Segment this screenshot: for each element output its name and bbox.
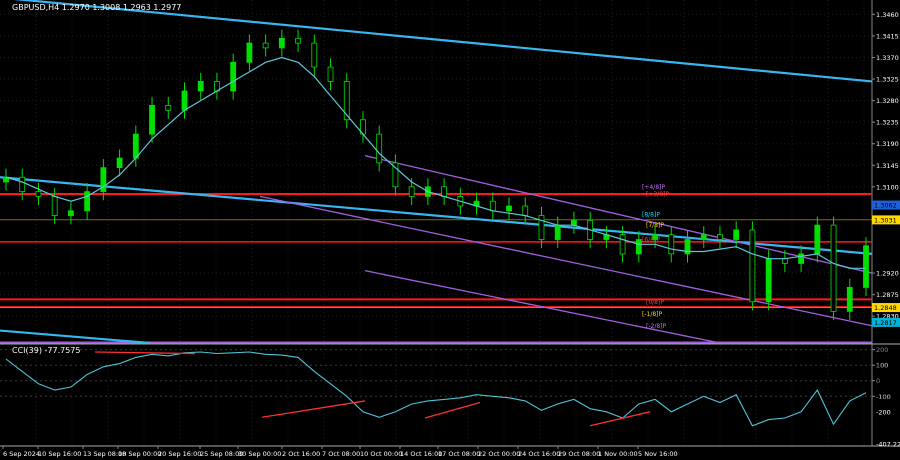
- symbol-header: GBPUSD,H4 1.2970 1.3008 1.2963 1.2977: [12, 3, 181, 12]
- candle-body: [846, 287, 853, 312]
- time-tick-label: 25 Sep 08:00: [200, 450, 243, 458]
- time-tick-label: 6 Sep 2024: [3, 450, 40, 458]
- cci-level-tag: 100: [876, 362, 888, 370]
- time-tick-label: 22 Oct 00:00: [478, 450, 520, 458]
- channel-label: [-2/8]P: [646, 323, 667, 330]
- candle-body: [262, 42, 269, 49]
- channel-label: [8/8]P: [642, 212, 660, 219]
- candle-body: [343, 81, 350, 121]
- gbpusd-h4-chart: [+4/8]P[+3/8]P [8/8]P [7/8]P [6/8]P [0/8]P [-…: [0, 0, 900, 460]
- candle-body: [246, 42, 253, 63]
- candle-body: [327, 66, 334, 82]
- cci-level-tag: 0: [876, 377, 880, 385]
- price-tag-label: 1.2817: [874, 319, 897, 327]
- candle-body: [311, 42, 318, 68]
- cci-tick-label: -200: [876, 408, 891, 416]
- price-tag-label: 1.3031: [874, 216, 897, 224]
- price-tick-label: 1.3235: [876, 119, 899, 127]
- candle-body: [68, 210, 74, 216]
- time-tick-label: 14 Oct 16:00: [400, 450, 442, 458]
- candle-body: [798, 253, 804, 264]
- time-tick-label: 30 Sep 00:00: [238, 450, 281, 458]
- price-tick-label: 1.3100: [876, 183, 899, 191]
- time-tick-label: 29 Oct 08:00: [558, 450, 600, 458]
- candle-body: [181, 90, 188, 111]
- cci-level-tag: 200: [876, 346, 888, 354]
- candle-body: [35, 191, 42, 197]
- time-tick-label: 5 Nov 16:00: [638, 450, 678, 458]
- price-tick-label: 1.3190: [876, 140, 899, 148]
- time-tick-label: 7 Oct 08:00: [322, 450, 360, 458]
- price-tick-label: 1.3280: [876, 97, 899, 105]
- candle-body: [489, 200, 496, 212]
- channel-label: [+4/8]P: [642, 184, 665, 191]
- price-tick-label: 1.3325: [876, 76, 899, 84]
- candle-body: [619, 234, 626, 255]
- candle-body: [84, 191, 91, 212]
- candle-body: [376, 133, 383, 164]
- price-tick-label: 1.2875: [876, 291, 899, 299]
- candle-body: [733, 229, 740, 240]
- price-tick-label: 1.3415: [876, 32, 899, 40]
- price-tick-label: 1.2920: [876, 270, 899, 278]
- candle-body: [749, 229, 756, 303]
- time-tick-label: 10 Sep 16:00: [38, 450, 81, 458]
- candle-body: [554, 224, 561, 240]
- candle-body: [538, 215, 545, 240]
- time-tick-label: 1 Nov 00:00: [598, 450, 638, 458]
- candle-body: [149, 104, 155, 135]
- candle-body: [132, 133, 139, 159]
- price-tick-label: 1.3145: [876, 162, 899, 170]
- cci-tick-label: -407.229: [876, 441, 900, 449]
- candle-body: [765, 258, 772, 303]
- time-tick-label: 10 Oct 00:00: [360, 450, 402, 458]
- price-tick-label: 1.3370: [876, 54, 899, 62]
- candle-body: [295, 37, 301, 44]
- time-tick-label: 24 Oct 16:00: [518, 450, 560, 458]
- candle-body: [717, 234, 723, 240]
- channel-label: [0/8]P: [646, 299, 664, 306]
- time-tick-label: 18 Sep 00:00: [118, 450, 161, 458]
- candle-body: [781, 258, 788, 264]
- channel-label: [7/8]P: [646, 222, 664, 229]
- chart-background: [0, 0, 900, 460]
- candle-body: [278, 37, 285, 49]
- candle-body: [830, 224, 837, 312]
- channel-label: [6/8]P: [642, 237, 660, 244]
- cci-header: CCI(39) -77.7575: [12, 346, 80, 355]
- candle-body: [165, 104, 172, 111]
- price-tag-label: 1.3062: [874, 202, 897, 210]
- cci-level-tag: -100: [876, 393, 891, 401]
- time-tick-label: 20 Sep 16:00: [158, 450, 201, 458]
- candle-body: [408, 186, 415, 197]
- candle-body: [441, 186, 448, 197]
- channel-label: [+3/8]P: [646, 191, 669, 198]
- candle-body: [197, 81, 204, 92]
- candle-body: [635, 239, 642, 255]
- candle-body: [668, 234, 675, 255]
- price-tag-label: 1.2848: [874, 304, 897, 312]
- candle-body: [522, 205, 529, 216]
- time-tick-label: 17 Oct 08:00: [438, 450, 480, 458]
- channel-label: [-1/8]P: [642, 311, 663, 318]
- candle-body: [814, 224, 821, 255]
- candle-body: [116, 157, 123, 169]
- candle-body: [863, 245, 869, 288]
- candle-body: [700, 234, 707, 240]
- candle-body: [230, 61, 237, 92]
- candle-body: [19, 176, 26, 193]
- time-tick-label: 2 Oct 16:00: [282, 450, 320, 458]
- candle-body: [51, 196, 58, 216]
- price-tick-label: 1.3460: [876, 11, 899, 19]
- candle-body: [506, 205, 512, 212]
- candle-body: [571, 219, 577, 226]
